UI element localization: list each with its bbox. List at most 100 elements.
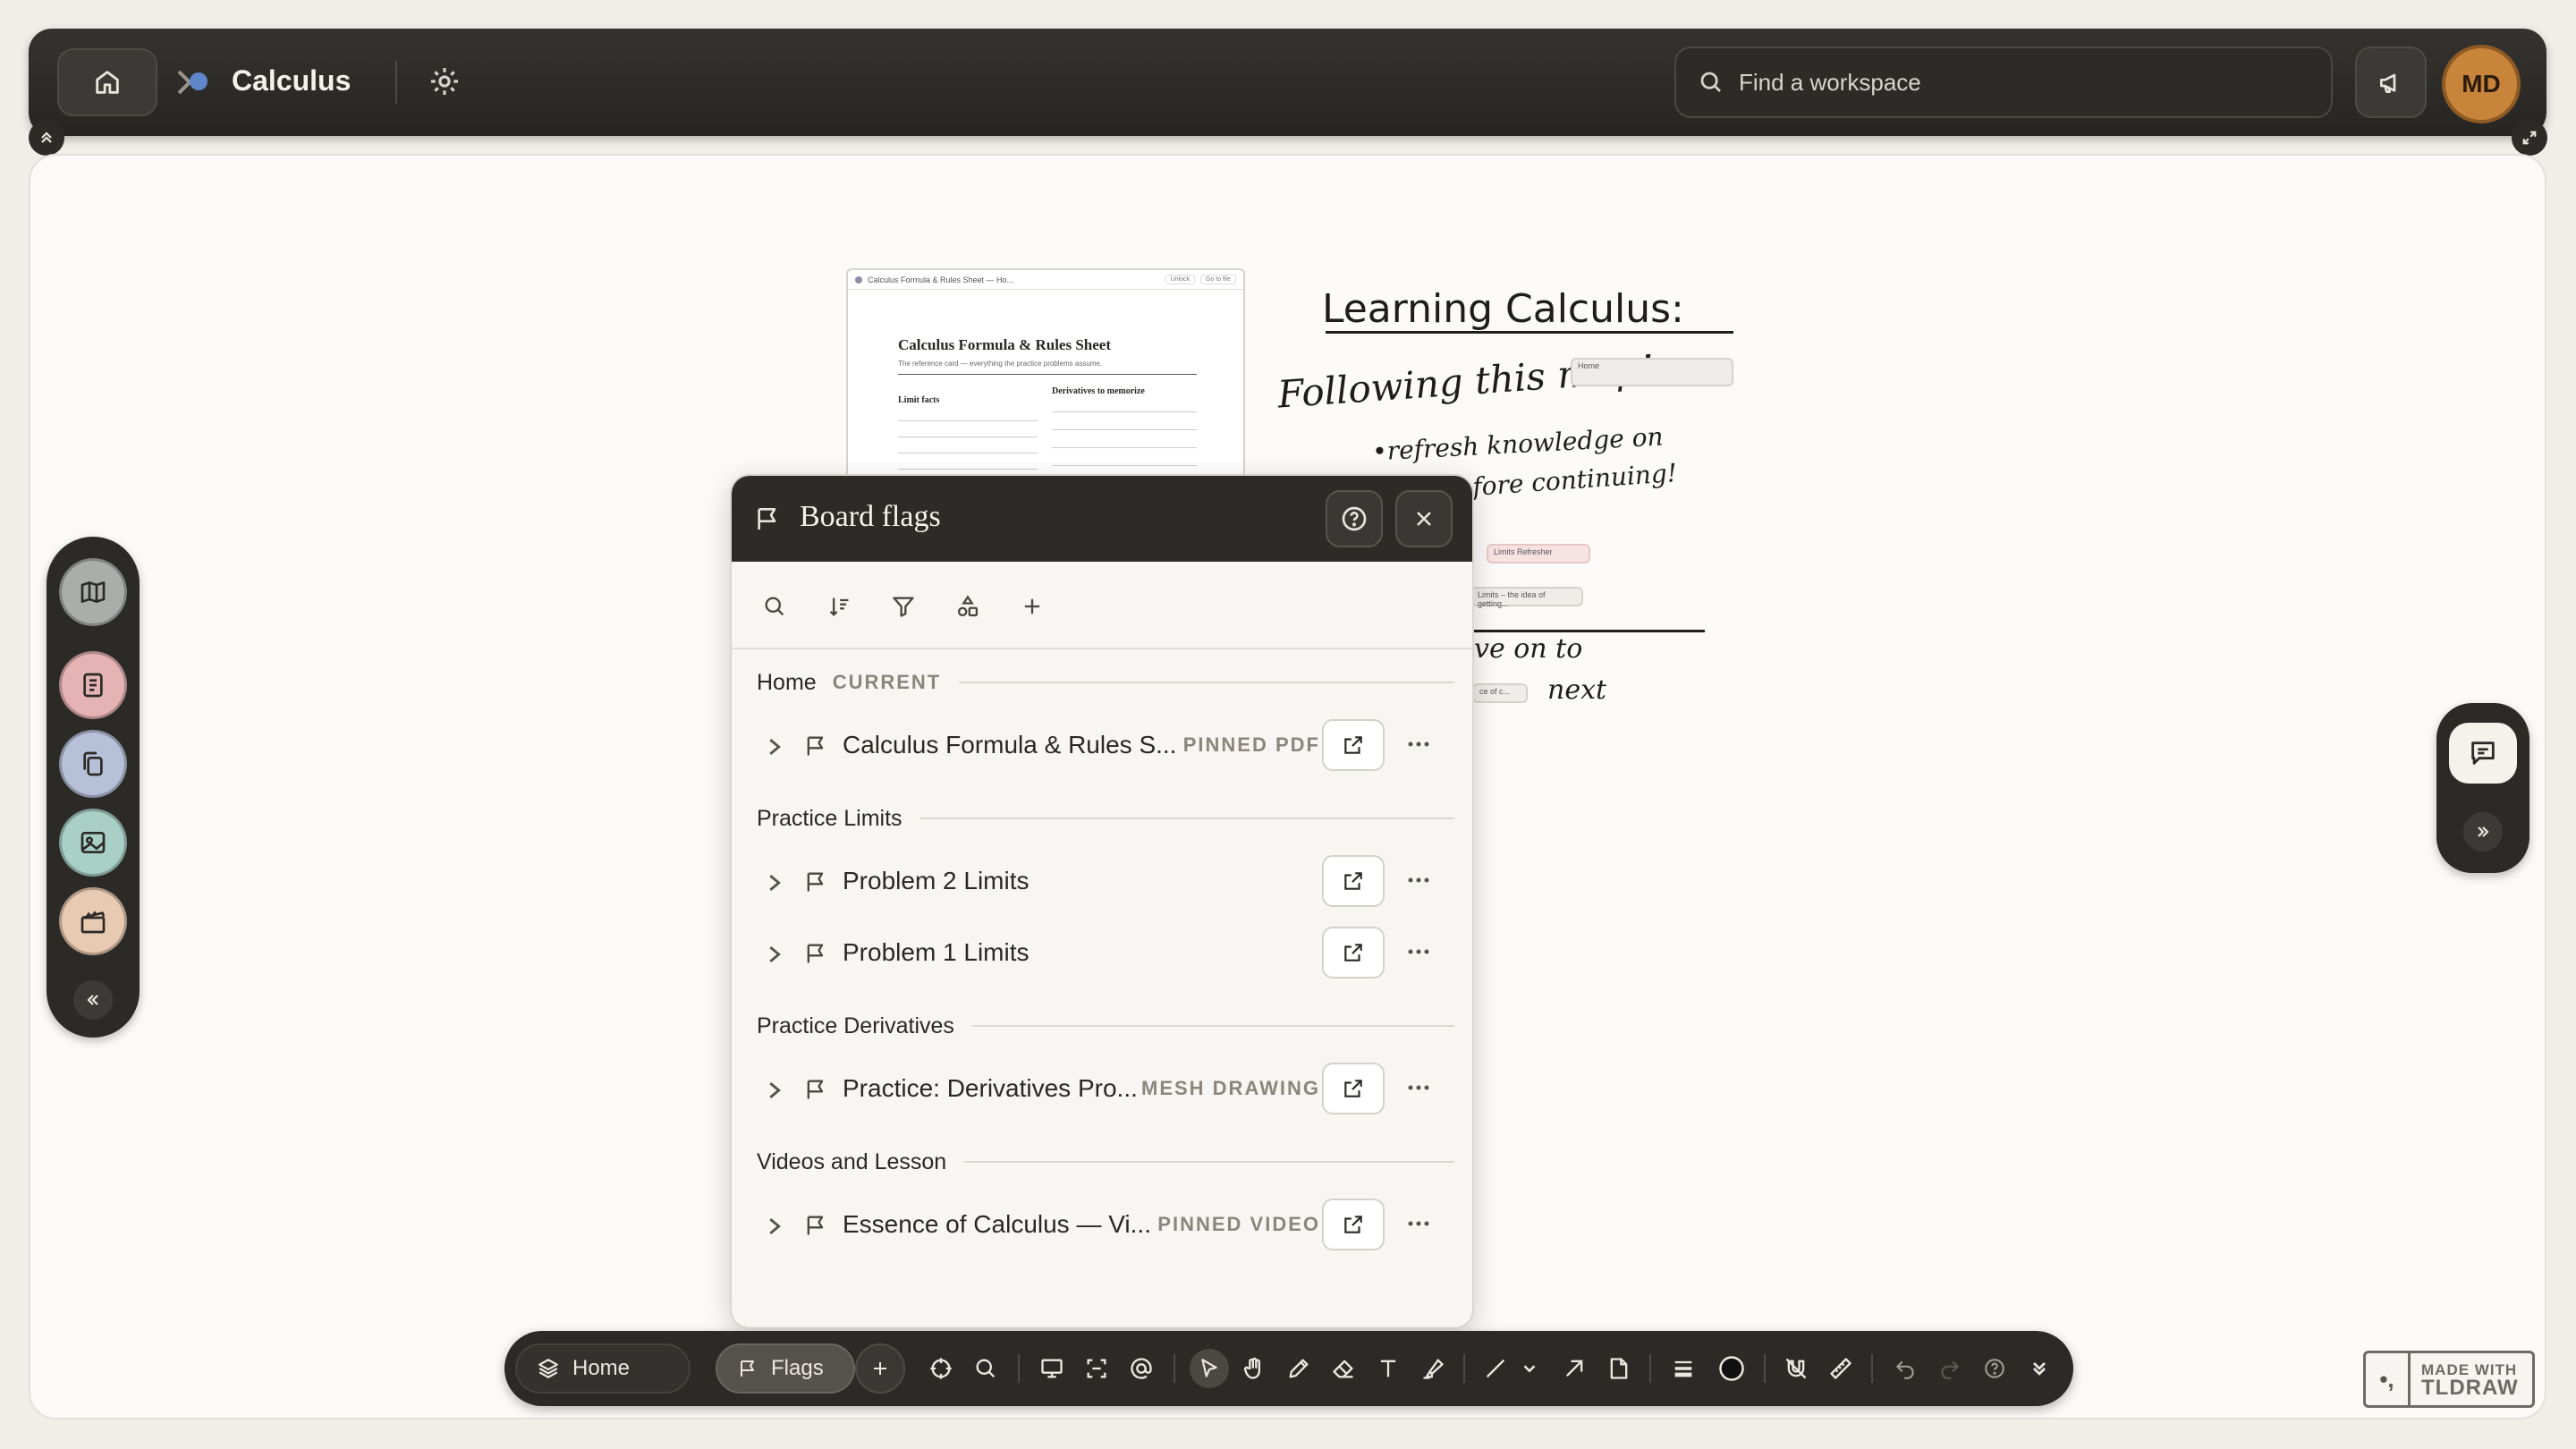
- pdf-table-line: [898, 420, 1038, 421]
- open-flag-button[interactable]: [1322, 719, 1385, 771]
- dock-files-button[interactable]: [59, 730, 127, 798]
- magnet-tool[interactable]: [1778, 1351, 1814, 1386]
- open-flag-button[interactable]: [1322, 855, 1385, 907]
- panel-group-button[interactable]: [952, 590, 984, 623]
- hand-tool[interactable]: [1236, 1351, 1272, 1386]
- eraser-tool[interactable]: [1326, 1351, 1361, 1386]
- panel-sort-button[interactable]: [823, 590, 855, 623]
- more-icon[interactable]: [1406, 1215, 1431, 1233]
- draw-tool[interactable]: [1281, 1351, 1317, 1386]
- gear-icon[interactable]: [428, 64, 462, 98]
- arrow-tool[interactable]: [1556, 1351, 1592, 1386]
- chevron-right-icon[interactable]: [766, 1216, 784, 1236]
- mini-card-essence[interactable]: ce of c...: [1472, 683, 1528, 703]
- dock-map-button[interactable]: [59, 558, 127, 626]
- chat-button[interactable]: [2449, 723, 2517, 784]
- more-icon[interactable]: [1406, 1079, 1431, 1097]
- frame-tool[interactable]: [1079, 1351, 1114, 1386]
- panel-search-button[interactable]: [758, 590, 791, 623]
- dock-video-button[interactable]: [59, 887, 127, 955]
- open-flag-button[interactable]: [1322, 927, 1385, 979]
- flag-row[interactable]: Calculus Formula & Rules S... PINNED PDF: [732, 719, 1472, 773]
- flag-row[interactable]: Problem 1 Limits: [732, 927, 1472, 980]
- shapes-icon: [957, 595, 979, 617]
- pdf-table-line: [1052, 411, 1197, 412]
- panel-add-button[interactable]: [1016, 590, 1048, 623]
- map-icon: [80, 581, 106, 603]
- chevron-right-icon[interactable]: [766, 737, 784, 757]
- search-input[interactable]: [1739, 68, 2275, 97]
- more-icon[interactable]: [1406, 943, 1431, 961]
- section-name: Practice Derivatives: [757, 1013, 954, 1038]
- chevron-right-icon[interactable]: [766, 1080, 784, 1100]
- dock-notes-button[interactable]: [59, 651, 127, 719]
- ruler-tool[interactable]: [1823, 1351, 1859, 1386]
- line-options-dropdown[interactable]: [1517, 1351, 1542, 1386]
- page-home-button[interactable]: Home: [515, 1343, 691, 1394]
- divider-stroke: [1472, 630, 1705, 632]
- pencil-icon: [1289, 1359, 1309, 1378]
- handwriting-line[interactable]: ve on to: [1474, 633, 1582, 665]
- dock-images-button[interactable]: [59, 809, 127, 877]
- workspace-search[interactable]: [1674, 47, 2333, 118]
- pdf-unlock-button[interactable]: Unlock: [1165, 275, 1195, 284]
- chevron-right-icon[interactable]: [766, 945, 784, 964]
- select-tool[interactable]: [1190, 1349, 1229, 1388]
- handwriting-line[interactable]: next: [1547, 674, 1606, 706]
- panel-help-button[interactable]: [1326, 490, 1383, 547]
- fullscreen-button[interactable]: [2512, 120, 2547, 156]
- toolbar-divider: [1871, 1354, 1873, 1383]
- home-button[interactable]: [57, 48, 157, 116]
- stroke-icon: [1674, 1360, 1692, 1377]
- note-tool[interactable]: [1601, 1351, 1637, 1386]
- pdf-goto-button[interactable]: Go to file: [1199, 275, 1236, 284]
- stroke-style-tool[interactable]: [1665, 1351, 1701, 1386]
- board-flags-panel: Board flags Home CURRENT Calculus Formul…: [730, 474, 1474, 1329]
- panel-close-button[interactable]: [1395, 490, 1453, 547]
- toolbar-collapse-button[interactable]: [2021, 1351, 2057, 1386]
- panel-filter-button[interactable]: [887, 590, 919, 623]
- handwriting-line[interactable]: •refresh knowledge on: [1371, 422, 1664, 467]
- text-tool[interactable]: [1370, 1351, 1406, 1386]
- right-dock-expand-button[interactable]: [2463, 812, 2503, 852]
- file-icon: [1610, 1358, 1628, 1379]
- zoom-tool[interactable]: [968, 1351, 1004, 1386]
- more-icon[interactable]: [1406, 871, 1431, 889]
- help-button[interactable]: [1977, 1351, 2012, 1386]
- user-avatar[interactable]: MD: [2442, 45, 2521, 123]
- add-flag-button[interactable]: [855, 1343, 905, 1394]
- highlight-tool[interactable]: [1415, 1351, 1451, 1386]
- handwriting-title[interactable]: Learning Calculus:: [1322, 286, 1684, 332]
- redo-button[interactable]: [1932, 1351, 1968, 1386]
- more-icon[interactable]: [1406, 735, 1431, 753]
- mini-card-limits-refresher[interactable]: Limits Refresher: [1487, 544, 1590, 564]
- undo-button[interactable]: [1887, 1351, 1923, 1386]
- open-flag-button[interactable]: [1322, 1199, 1385, 1250]
- mini-card-home[interactable]: Home: [1571, 358, 1733, 386]
- line-tool[interactable]: [1478, 1351, 1513, 1386]
- mini-card-label: ce of c...: [1479, 687, 1511, 696]
- flags-button[interactable]: Flags: [716, 1343, 855, 1394]
- flag-icon: [807, 1216, 824, 1235]
- flag-row[interactable]: Problem 2 Limits: [732, 855, 1472, 909]
- target-tool[interactable]: [923, 1351, 959, 1386]
- flag-label: Calculus Formula & Rules S...: [843, 731, 1177, 758]
- flag-row[interactable]: Practice: Derivatives Pro... MESH DRAWIN…: [732, 1063, 1472, 1116]
- flag-row[interactable]: Essence of Calculus — Vi... PINNED VIDEO: [732, 1199, 1472, 1252]
- present-tool[interactable]: [1034, 1351, 1070, 1386]
- collapse-topbar-button[interactable]: [29, 120, 64, 156]
- announcements-button[interactable]: [2355, 47, 2427, 118]
- chevron-right-icon[interactable]: [766, 873, 784, 893]
- dock-collapse-button[interactable]: [73, 980, 113, 1020]
- external-link-icon: [1344, 944, 1362, 962]
- open-flag-button[interactable]: [1322, 1063, 1385, 1114]
- color-swatch-icon: [1719, 1356, 1744, 1381]
- pdf-preview-card[interactable]: Calculus Formula & Rules Sheet — Ho... U…: [846, 268, 1245, 483]
- color-tool[interactable]: [1714, 1351, 1750, 1386]
- workspace-title[interactable]: Calculus: [232, 63, 351, 98]
- made-with-tldraw-badge[interactable]: •, MADE WITH TLDRAW: [2363, 1351, 2535, 1408]
- mini-card-limits-idea[interactable]: Limits – the idea of getting...: [1470, 587, 1583, 608]
- mention-tool[interactable]: [1123, 1351, 1159, 1386]
- scan-icon: [1087, 1359, 1106, 1378]
- handwriting-line[interactable]: fore continuing!: [1471, 458, 1678, 502]
